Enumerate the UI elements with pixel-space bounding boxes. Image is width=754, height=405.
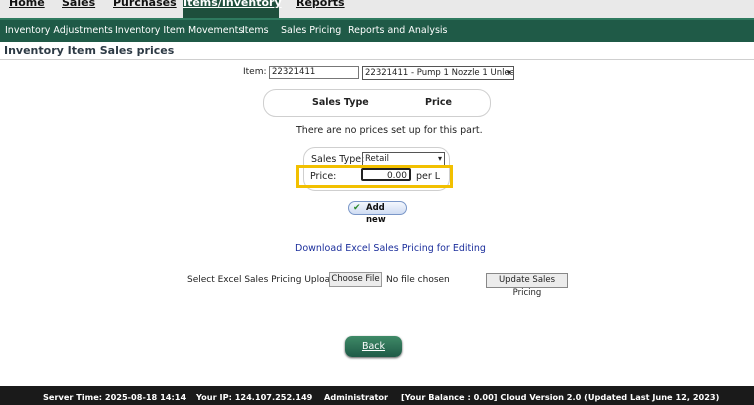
nav-home[interactable]: Home (9, 0, 45, 9)
item-code-input[interactable]: 22321411 (269, 66, 359, 79)
column-header-price: Price (425, 97, 452, 108)
empty-prices-message: There are no prices set up for this part… (296, 125, 483, 136)
checkmark-icon: ✔ (353, 203, 361, 213)
item-select-value: 22321411 - Pump 1 Nozzle 1 Unlea (365, 68, 514, 78)
sales-type-value: Retail (365, 154, 390, 164)
subnav-reports-and-analysis[interactable]: Reports and Analysis (348, 25, 448, 36)
price-unit: per L (416, 171, 441, 182)
column-header-sales-type: Sales Type (312, 97, 369, 108)
price-label: Price: (310, 171, 337, 182)
balance-version: [Your Balance : 0.00] Cloud Version 2.0 … (401, 392, 720, 402)
title-divider (0, 59, 754, 60)
subnav-inventory-adjustments[interactable]: Inventory Adjustments (5, 25, 113, 36)
chevron-down-icon: ▾ (506, 68, 511, 77)
user-role: Administrator (324, 392, 389, 402)
user-ip: Your IP: 124.107.252.149 (196, 392, 313, 402)
status-footer: Server Time: 2025-08-18 14:14 Your IP: 1… (0, 386, 754, 405)
choose-file-button[interactable]: Choose File (329, 272, 382, 287)
nav-items-inventory[interactable]: Items/Inventory (183, 0, 282, 18)
server-time: Server Time: 2025-08-18 14:14 (43, 392, 187, 402)
subnav-sales-pricing[interactable]: Sales Pricing (281, 25, 341, 36)
sales-type-label: Sales Type: (311, 154, 365, 165)
add-new-label: Add new (366, 203, 386, 225)
sales-type-select[interactable]: Retail ▾ (362, 152, 445, 166)
item-label: Item: (243, 67, 267, 77)
top-navigation: Home Sales Purchases Items/Inventory Rep… (0, 0, 754, 18)
update-sales-pricing-button[interactable]: Update Sales Pricing (486, 273, 568, 298)
no-file-chosen-text: No file chosen (386, 275, 450, 285)
add-new-button[interactable]: ✔ Add new (348, 201, 407, 225)
sub-navigation: Inventory Adjustments Inventory Item Mov… (0, 18, 754, 42)
subnav-items[interactable]: Items (242, 25, 269, 36)
page-title: Inventory Item Sales prices (4, 44, 175, 57)
chevron-down-icon: ▾ (437, 154, 442, 163)
nav-purchases[interactable]: Purchases (113, 0, 177, 9)
nav-reports[interactable]: Reports (296, 0, 345, 9)
back-button[interactable]: Back (345, 336, 402, 357)
item-select[interactable]: 22321411 - Pump 1 Nozzle 1 Unlea ▾ (362, 66, 514, 80)
price-input[interactable]: 0.00 (361, 168, 411, 181)
upload-label: Select Excel Sales Pricing Upload: (187, 275, 339, 285)
nav-sales[interactable]: Sales (62, 0, 95, 9)
subnav-inventory-item-movements[interactable]: Inventory Item Movements (115, 25, 243, 36)
download-excel-link[interactable]: Download Excel Sales Pricing for Editing (295, 243, 486, 254)
prices-table-header: Sales Type Price (263, 89, 491, 117)
